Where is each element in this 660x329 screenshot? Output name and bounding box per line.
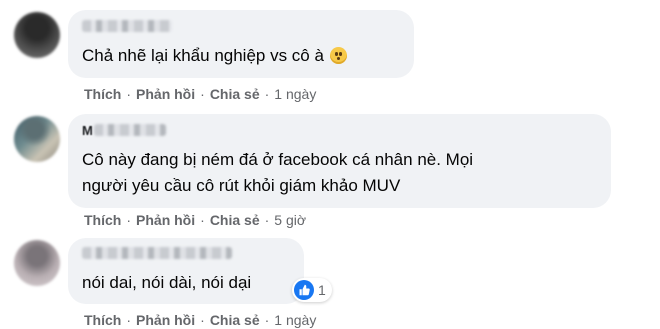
comment-bubble: M Cô này đang bị ném đá ở facebook cá nh… [68, 114, 611, 208]
comment-text: Chả nhẽ lại khẩu nghiệp vs cô à [82, 43, 347, 69]
reaction-summary[interactable]: 1 [292, 278, 332, 302]
reply-button[interactable]: Phản hồi [136, 312, 195, 328]
like-button[interactable]: Thích [84, 212, 121, 228]
share-button[interactable]: Chia sẻ [210, 212, 260, 228]
comment-bubble: Chả nhẽ lại khẩu nghiệp vs cô à [68, 10, 414, 78]
like-button[interactable]: Thích [84, 86, 121, 102]
reply-button[interactable]: Phản hồi [136, 86, 195, 102]
comment-actions: Thích · Phản hồi · Chia sẻ · 5 giờ [84, 212, 307, 228]
timestamp[interactable]: 5 giờ [274, 212, 306, 228]
comment-actions: Thích · Phản hồi · Chia sẻ · 1 ngày [84, 312, 317, 328]
hushed-face-icon [329, 47, 347, 64]
reaction-count: 1 [318, 282, 326, 298]
author-name-blurred[interactable] [94, 124, 166, 136]
comment-text-line-2: người yêu cầu cô rút khỏi giám khảo MUV [82, 176, 401, 195]
avatar[interactable] [14, 116, 60, 162]
author-name-initial[interactable]: M [82, 123, 93, 138]
comment-text-line-1: Cô này đang bị ném đá ở facebook cá nhân… [82, 150, 474, 169]
comment-actions: Thích · Phản hồi · Chia sẻ · 1 ngày [84, 86, 317, 102]
avatar[interactable] [14, 240, 60, 286]
share-button[interactable]: Chia sẻ [210, 86, 260, 102]
comment-text: nói dai, nói dài, nói dại [82, 273, 252, 292]
timestamp[interactable]: 1 ngày [274, 86, 316, 102]
share-button[interactable]: Chia sẻ [210, 312, 260, 328]
like-icon [294, 280, 314, 300]
avatar[interactable] [14, 12, 60, 58]
timestamp[interactable]: 1 ngày [274, 312, 316, 328]
like-button[interactable]: Thích [84, 312, 121, 328]
reply-button[interactable]: Phản hồi [136, 212, 195, 228]
author-name-blurred[interactable] [82, 247, 232, 259]
comment-bubble: nói dai, nói dài, nói dại [68, 238, 304, 304]
author-name-blurred[interactable] [82, 20, 172, 32]
